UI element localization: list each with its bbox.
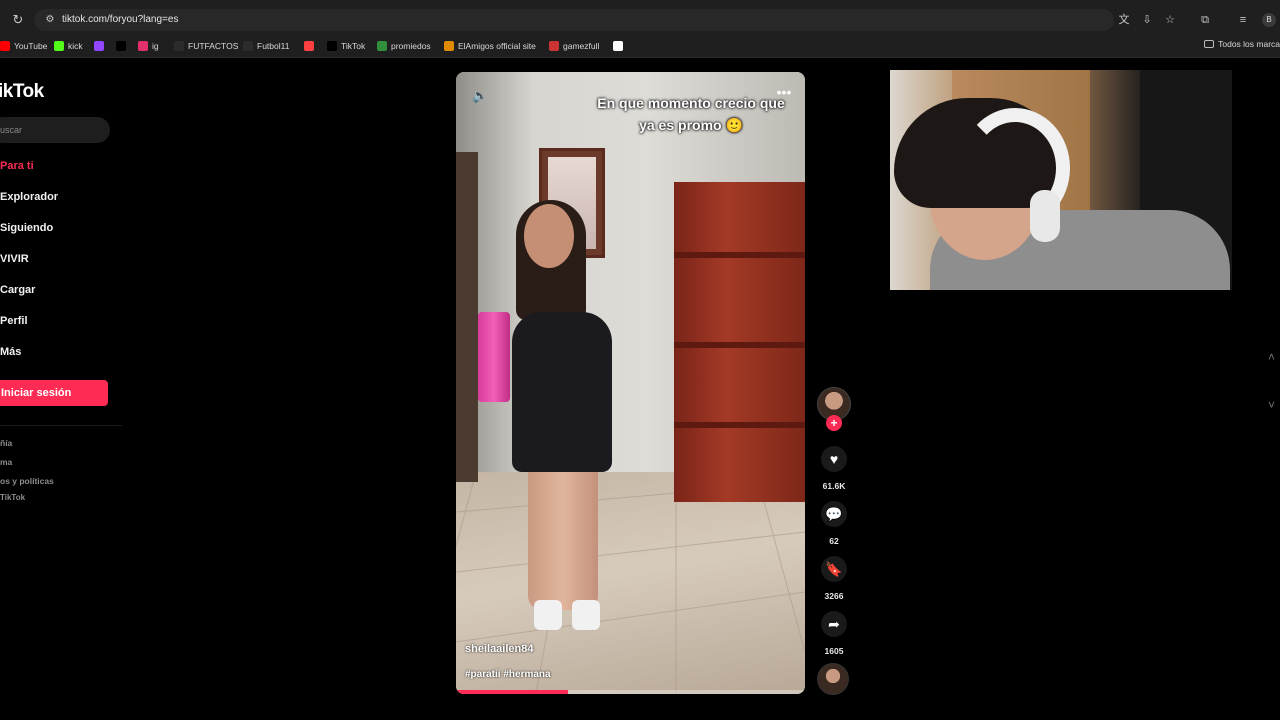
bookmark-item[interactable]: gamezfull <box>549 39 599 53</box>
comment-icon[interactable]: 💬 <box>821 501 847 527</box>
bookmark-label: ig <box>152 41 159 51</box>
bookmark-item[interactable] <box>304 39 314 53</box>
headphone-earcup <box>1030 190 1060 242</box>
youtube-small-icon <box>304 41 314 51</box>
footer-link-terms[interactable]: os y políticas <box>0 476 54 486</box>
tiktok-page: ikTok uscar Para ti Explorador Siguiendo… <box>0 59 1280 720</box>
video-frame-door <box>456 152 478 482</box>
like-count: 61.6K <box>822 481 846 491</box>
bookmark-label: ElAmigos official site <box>458 41 536 51</box>
streamer-webcam <box>890 70 1232 290</box>
nav-vivir[interactable]: VIVIR <box>0 253 29 265</box>
diamond-icon <box>613 41 623 51</box>
bookmark-label: YouTube <box>14 41 48 51</box>
scroll-up-icon[interactable]: ˄ <box>1268 349 1278 365</box>
site-settings-icon[interactable]: ⚙ <box>42 12 58 28</box>
save-count: 3266 <box>824 591 844 601</box>
shelf-board <box>674 342 805 348</box>
video-shoe-right <box>572 600 600 630</box>
gamezfull-icon <box>549 41 559 51</box>
twitch-icon <box>94 41 104 51</box>
address-bar: ↻ ⚙ tiktok.com/foryou?lang=es 文 ⇩ ☆ ⧉ ≡ … <box>0 6 1280 34</box>
sidebar-divider <box>0 425 122 426</box>
video-progress-fill <box>456 690 568 694</box>
reload-icon[interactable]: ↻ <box>10 12 26 28</box>
video-player[interactable]: 🔈 ••• En que momento crecio que ya es pr… <box>456 72 805 694</box>
bookmark-label: kick <box>68 41 83 51</box>
bookmark-item[interactable] <box>94 39 104 53</box>
bookmark-item[interactable]: FUTFACTOS <box>174 39 238 53</box>
youtube-icon <box>0 41 10 51</box>
elamigos-icon <box>444 41 454 51</box>
comment-count: 62 <box>829 536 839 546</box>
instagram-icon <box>138 41 148 51</box>
scroll-down-icon[interactable]: ˅ <box>1268 397 1278 413</box>
profile-avatar[interactable]: B <box>1262 13 1276 27</box>
bookmark-label: TikTok <box>341 41 366 51</box>
share-arrow-icon[interactable]: ➦ <box>821 611 847 637</box>
nav-siguiendo[interactable]: Siguiendo <box>0 222 53 234</box>
footer-link-company[interactable]: ñía <box>0 438 12 448</box>
url-field[interactable] <box>34 9 1114 31</box>
shelf-board <box>674 422 805 428</box>
shelf-board <box>674 252 805 258</box>
music-disc-icon[interactable] <box>817 663 849 695</box>
bookmark-item[interactable]: ig <box>138 39 159 53</box>
extensions-icon[interactable]: ⧉ <box>1198 13 1212 27</box>
footer-copyright: TikTok <box>0 493 26 502</box>
video-author[interactable]: sheilaailen84 <box>465 643 534 655</box>
bookmark-label: FUTFACTOS <box>188 41 239 51</box>
like-heart-icon[interactable]: ♥ <box>821 446 847 472</box>
futbol11-icon <box>243 41 253 51</box>
video-shoe-left <box>534 600 562 630</box>
bookmark-item[interactable]: ElAmigos official site <box>444 39 536 53</box>
volume-icon[interactable]: 🔈 <box>472 88 488 104</box>
bookmark-item[interactable]: kick <box>54 39 83 53</box>
all-bookmarks-label: Todos los marca <box>1218 39 1280 49</box>
nav-cargar[interactable]: Cargar <box>0 284 35 296</box>
bookmark-item[interactable]: YouTube <box>0 39 47 53</box>
bookmark-star-icon[interactable]: ☆ <box>1163 13 1177 27</box>
video-pink-cup <box>478 312 510 402</box>
kick-icon <box>54 41 64 51</box>
bookmark-item[interactable]: promiedos <box>377 39 431 53</box>
share-count: 1605 <box>824 646 844 656</box>
promiedos-icon <box>377 41 387 51</box>
search-placeholder: uscar <box>0 125 23 135</box>
bookmark-item[interactable] <box>613 39 623 53</box>
futfactos-icon <box>174 41 184 51</box>
nav-perfil[interactable]: Perfil <box>0 315 28 327</box>
install-app-icon[interactable]: ⇩ <box>1140 13 1154 27</box>
nav-mas[interactable]: Más <box>0 346 21 358</box>
follow-plus-icon[interactable]: + <box>826 415 842 431</box>
translate-icon[interactable]: 文 <box>1117 13 1131 27</box>
bookmark-label: promiedos <box>391 41 431 51</box>
bookmark-item[interactable]: Futbol11 <box>243 39 289 53</box>
tiktok-icon <box>327 41 337 51</box>
url-text[interactable]: tiktok.com/foryou?lang=es <box>62 14 178 25</box>
search-input[interactable]: uscar <box>0 117 110 143</box>
login-button[interactable]: Iniciar sesión <box>0 380 108 406</box>
video-hashtags[interactable]: #paratii #hermana <box>465 669 551 680</box>
tiktok-logo[interactable]: ikTok <box>0 81 44 103</box>
media-controls-icon[interactable]: ≡ <box>1236 13 1250 27</box>
bookmark-item[interactable]: TikTok <box>327 39 365 53</box>
bookmark-icon[interactable]: 🔖 <box>821 556 847 582</box>
footer-link-program[interactable]: ma <box>0 457 12 467</box>
bookmarks-bar: YouTube kick ig FUTFACTOS Futbol11 TikTok prom… <box>0 34 1280 58</box>
video-caption-overlay: En que momento crecio que ya es promo 🙂 <box>597 95 785 133</box>
nav-para-ti[interactable]: Para ti <box>0 160 34 172</box>
video-person-dress <box>512 312 612 472</box>
video-progress-bar[interactable] <box>456 690 805 694</box>
bookmark-label: gamezfull <box>563 41 600 51</box>
floor-tiles <box>456 472 805 694</box>
video-person-legs <box>528 470 598 610</box>
video-person-head <box>524 204 574 268</box>
folder-icon <box>1204 40 1215 48</box>
nav-explorador[interactable]: Explorador <box>0 191 58 203</box>
bookmark-label: Futbol11 <box>257 41 290 51</box>
x-icon <box>116 41 126 51</box>
all-bookmarks[interactable]: Todos los marca <box>1204 39 1280 49</box>
bookmark-item[interactable] <box>116 39 126 53</box>
